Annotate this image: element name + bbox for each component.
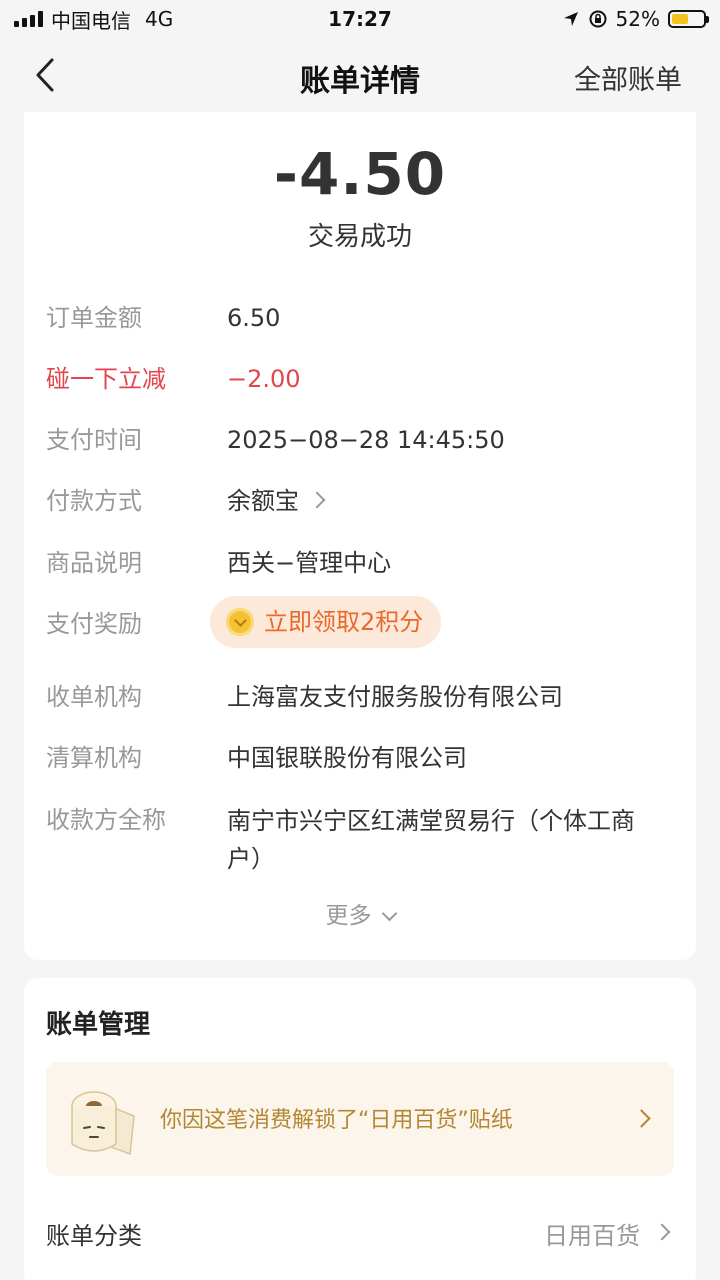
detail-label: 清算机构 — [46, 744, 142, 772]
claim-points-label: 立即领取2积分 — [264, 608, 424, 636]
carrier-name: 中国电信 — [51, 8, 131, 33]
detail-label: 支付时间 — [46, 426, 142, 454]
chevron-right-icon — [308, 491, 326, 509]
claim-points-button[interactable]: 立即领取2积分 — [210, 596, 442, 648]
nav-bar: 账单详情 全部账单 — [0, 38, 720, 110]
battery-icon — [668, 10, 709, 28]
detail-value: 中国银联股份有限公司 — [227, 744, 467, 772]
detail-label: 支付奖励 — [46, 610, 142, 638]
location-arrow-icon — [563, 12, 578, 26]
more-label: 更多 — [325, 903, 372, 929]
detail-value: 上海富友支付服务股份有限公司 — [227, 683, 563, 711]
transaction-amount: -4.50 — [273, 140, 447, 208]
detail-label: 收单机构 — [46, 683, 142, 711]
section-title: 账单管理 — [46, 1010, 151, 1040]
detail-value: 西关−管理中心 — [227, 549, 392, 577]
detail-label: 收款方全称 — [46, 806, 166, 834]
category-label: 账单分类 — [46, 1222, 142, 1250]
cellular-signal-icon — [14, 11, 43, 27]
all-bills-link[interactable]: 全部账单 — [574, 58, 682, 97]
coin-icon — [226, 608, 254, 636]
status-bar: 中国电信 4G 17:27 52% — [0, 0, 720, 38]
chevron-down-icon — [381, 905, 397, 922]
detail-value: 余额宝 — [227, 487, 299, 515]
detail-value: 6.50 — [227, 304, 281, 332]
rotation-lock-icon — [589, 10, 607, 28]
more-button[interactable]: 更多 — [24, 896, 696, 930]
detail-value: 南宁市兴宁区红满堂贸易行（个体工商户） — [227, 807, 635, 873]
chevron-right-icon — [653, 1223, 671, 1241]
sticker-unlock-text: 你因这笔消费解锁了“日用百货”贴纸 — [160, 1108, 513, 1133]
chevron-right-icon — [632, 1109, 651, 1128]
detail-label: 订单金额 — [46, 304, 142, 332]
bill-management-card: 账单管理 你因这笔消费解锁了“日用百货”贴纸 账单分类 日用百货 — [24, 978, 696, 1280]
sticker-unlock-banner[interactable]: 你因这笔消费解锁了“日用百货”贴纸 — [46, 1062, 674, 1176]
toilet-paper-sticker-icon — [71, 1091, 135, 1156]
pay-method-link[interactable]: 余额宝 — [227, 483, 674, 519]
network-type: 4G — [145, 7, 174, 31]
detail-label: 商品说明 — [46, 549, 142, 577]
transaction-status: 交易成功 — [307, 222, 412, 252]
detail-row-payee: 收款方全称 南宁市兴宁区红满堂贸易行（个体工商户） — [46, 802, 674, 882]
detail-value: 2025−08−28 14:45:50 — [227, 426, 505, 454]
battery-percent: 52% — [615, 7, 660, 31]
detail-label: 付款方式 — [46, 487, 142, 515]
category-value: 日用百货 — [544, 1222, 640, 1250]
detail-value: −2.00 — [227, 365, 301, 393]
bill-detail-card: -4.50 交易成功 订单金额 6.50 碰一下立减 −2.00 支付时间 20… — [24, 112, 696, 960]
detail-label: 碰一下立减 — [46, 365, 166, 393]
